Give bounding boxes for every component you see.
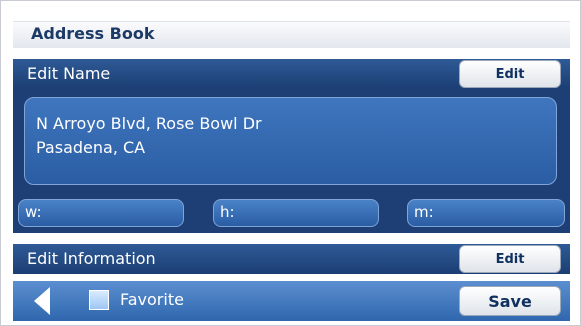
address-line-2: Pasadena, CA xyxy=(36,138,146,157)
title-bar: Address Book xyxy=(13,21,570,48)
save-button[interactable]: Save xyxy=(459,286,561,316)
bottom-toolbar: Favorite Save xyxy=(13,281,570,321)
work-phone-field[interactable]: w: xyxy=(18,199,184,227)
favorite-checkbox[interactable] xyxy=(89,290,109,310)
address-panel: N Arroyo Blvd, Rose Bowl Dr Pasadena, CA xyxy=(13,89,570,197)
address-display[interactable]: N Arroyo Blvd, Rose Bowl Dr Pasadena, CA xyxy=(24,97,557,185)
edit-name-label: Edit Name xyxy=(27,64,111,83)
address-line-1: N Arroyo Blvd, Rose Bowl Dr xyxy=(36,114,262,133)
edit-name-button[interactable]: Edit xyxy=(459,60,561,88)
phone-row: w: h: m: xyxy=(13,197,570,233)
edit-name-bar: Edit Name Edit xyxy=(13,59,570,89)
back-arrow-icon[interactable] xyxy=(34,287,50,315)
edit-information-button[interactable]: Edit xyxy=(459,245,561,273)
mobile-phone-field[interactable]: m: xyxy=(407,199,565,227)
page-title: Address Book xyxy=(31,24,155,43)
favorite-label: Favorite xyxy=(120,290,184,309)
home-phone-field[interactable]: h: xyxy=(213,199,379,227)
edit-information-bar: Edit Information Edit xyxy=(13,244,570,274)
screen-frame: Address Book Edit Name Edit N Arroyo Blv… xyxy=(0,0,581,326)
edit-information-label: Edit Information xyxy=(27,249,156,268)
